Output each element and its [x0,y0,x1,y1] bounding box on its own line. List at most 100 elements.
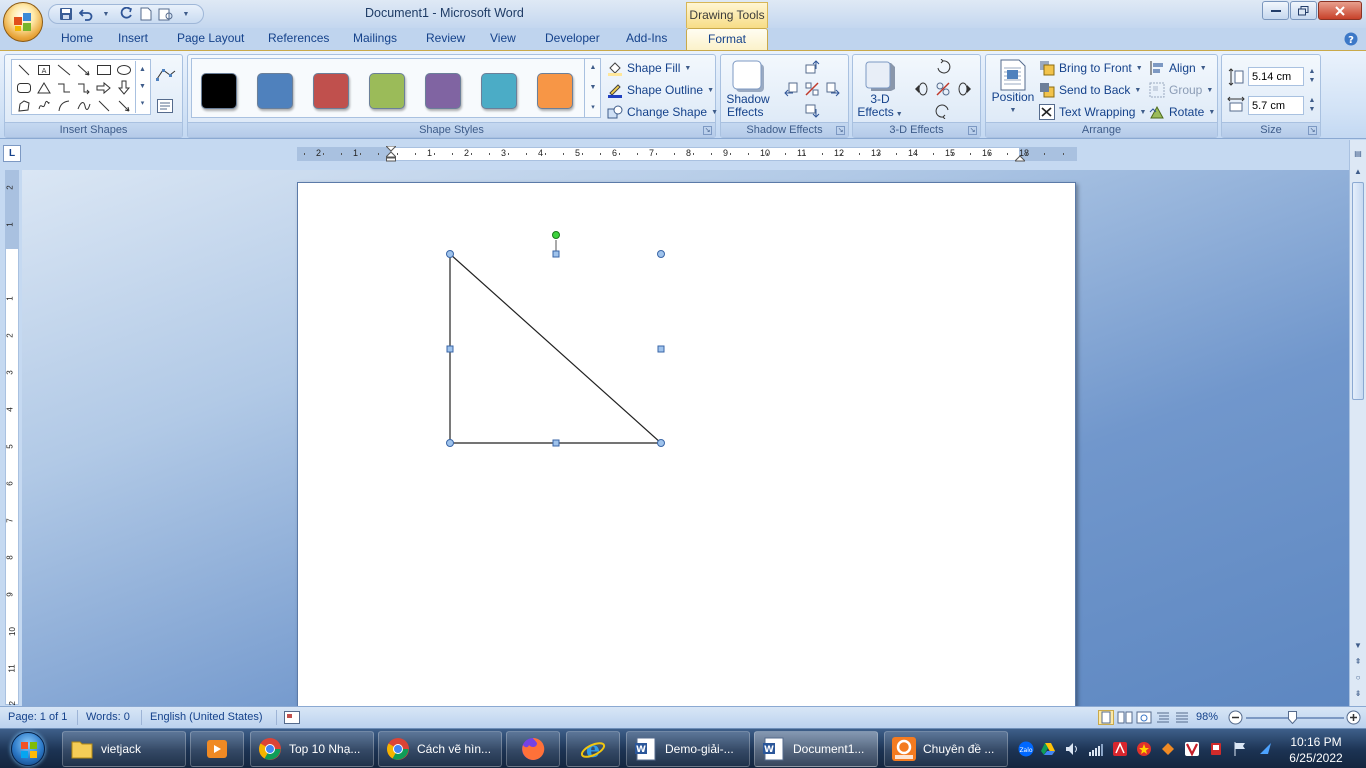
shape-style-aqua[interactable] [481,73,517,109]
indent-marker-icon[interactable] [384,145,398,165]
view-ruler-icon[interactable]: ▤ [1351,146,1365,162]
nudge-shadow-right-icon[interactable] [825,81,841,100]
taskbar-item-media-player[interactable] [190,731,244,767]
line-shape-icon-3[interactable] [94,97,114,115]
elbow-arrow-icon[interactable] [74,79,94,97]
zalo-icon[interactable]: Zalo [1018,741,1034,757]
right-arrow-shape-icon[interactable] [94,79,114,97]
shape-style-red[interactable] [313,73,349,109]
restore-button[interactable] [1290,1,1317,20]
shape-fill-button[interactable]: Shape Fill ▼ [607,60,691,76]
taskbar-item-explorer[interactable]: vietjack [62,731,186,767]
shape-style-orange[interactable] [537,73,573,109]
rounded-rectangle-shape-icon[interactable] [14,79,34,97]
freeform-shape-icon[interactable] [14,97,34,115]
page-count-status[interactable]: Page: 1 of 1 [8,711,67,723]
tab-selector-button[interactable]: L [3,145,21,162]
taskbar-item-pdf-reader[interactable]: Chuyên đề ... [884,731,1008,767]
curve-shape-icon[interactable] [74,97,94,115]
align-button[interactable]: Align ▼ [1149,60,1207,76]
undo-icon[interactable] [77,6,95,22]
word-count-status[interactable]: Words: 0 [86,711,130,723]
full-screen-reading-view-icon[interactable] [1117,710,1133,728]
resize-handle-top[interactable] [552,250,560,258]
horizontal-ruler[interactable]: 2 1 1 2 3 4 5 6 7 8 9 10 11 12 13 14 15 16 18 [297,145,1077,162]
text-wrapping-button[interactable]: Text Wrapping ▼ [1039,104,1146,120]
size-launcher-icon[interactable]: ↘ [1308,126,1317,135]
tab-review[interactable]: Review [426,31,465,45]
arrow-shape-icon[interactable] [74,61,94,79]
save-icon[interactable] [57,6,75,22]
change-shape-button[interactable]: Change Shape ▼ [607,104,718,120]
resize-handle-bottom-left[interactable] [446,439,454,447]
arc-shape-icon[interactable] [54,97,74,115]
app-tray-icon-orange[interactable] [1160,741,1176,757]
shape-style-green[interactable] [369,73,405,109]
zoom-out-icon[interactable] [1228,710,1243,728]
nudge-shadow-left-icon[interactable] [783,81,799,100]
document-page[interactable] [297,182,1076,706]
shape-style-gallery-scroll[interactable]: ▲ ▼ ▾ [584,58,601,118]
antivirus-icon[interactable] [1184,741,1200,757]
shape-height-input[interactable]: 5.14 cm [1248,67,1304,86]
scrollbar-thumb[interactable] [1352,182,1364,400]
bring-to-front-button[interactable]: Bring to Front ▼ [1039,60,1143,76]
taskbar-item-chrome-1[interactable]: Top 10 Nhạ... [250,731,374,767]
oval-shape-icon[interactable] [114,61,134,79]
shape-width-input[interactable]: 5.7 cm [1248,96,1304,115]
unikey-icon[interactable] [1136,741,1152,757]
taskbar-item-firefox[interactable] [506,731,560,767]
edit-shape-icon[interactable] [155,67,179,86]
tilt-down-icon[interactable] [935,103,951,122]
resize-handle-bottom[interactable] [552,439,560,447]
undo-dropdown-icon[interactable]: ▼ [97,6,115,22]
tab-references[interactable]: References [268,31,329,45]
volume-icon[interactable] [1064,741,1080,757]
customize-toolbar-icon[interactable]: ▼ [177,6,195,22]
position-button[interactable]: Position ▼ [989,59,1037,117]
vertical-scrollbar[interactable]: ▤ ▲ ▼ ⇞ ○ ⇟ [1349,140,1366,706]
three-d-on-off-icon[interactable] [935,81,951,100]
triangle-shape-icon[interactable] [34,79,54,97]
print-layout-view-icon[interactable] [1098,710,1114,728]
draw-text-box-icon[interactable] [157,99,173,116]
taskbar-item-word-document1[interactable]: W Document1... [754,731,878,767]
app-tray-icon-device[interactable] [1208,741,1224,757]
rotation-handle[interactable] [552,231,560,239]
nudge-shadow-down-icon[interactable] [804,103,820,122]
shape-styles-launcher-icon[interactable]: ↘ [703,126,712,135]
shadow-on-off-icon[interactable] [804,81,820,100]
text-box-shape-icon[interactable]: A [34,61,54,79]
redo-icon[interactable] [117,6,135,22]
shape-style-black[interactable] [201,73,237,109]
app-tray-icon-red[interactable] [1112,741,1128,757]
shape-style-purple[interactable] [425,73,461,109]
shape-outline-button[interactable]: Shape Outline ▼ [607,82,714,98]
tilt-left-icon[interactable] [913,81,929,100]
scroll-up-button[interactable]: ▲ [1351,164,1365,180]
resize-handle-top-right[interactable] [657,250,665,258]
macro-recording-icon[interactable] [284,711,300,727]
three-d-effects-button[interactable]: 3-D Effects ▼ [857,59,903,121]
down-arrow-shape-icon[interactable] [114,79,134,97]
resize-handle-top-left[interactable] [446,250,454,258]
group-button[interactable]: Group ▼ [1149,82,1213,98]
rectangle-shape-icon[interactable] [94,61,114,79]
zoom-level[interactable]: 98% [1196,711,1218,723]
help-icon[interactable]: ? [1344,32,1358,49]
tab-developer[interactable]: Developer [545,31,600,45]
zoom-in-icon[interactable] [1346,710,1361,728]
vertical-ruler[interactable]: 21123456789101112 [5,170,19,710]
tab-format[interactable]: Format [686,28,768,51]
network-signal-icon[interactable] [1088,741,1104,757]
next-page-button[interactable]: ⇟ [1351,686,1365,702]
nudge-shadow-up-icon[interactable] [804,59,820,78]
previous-page-button[interactable]: ⇞ [1351,654,1365,670]
print-preview-icon[interactable] [157,6,175,22]
tilt-up-icon[interactable] [935,58,951,78]
minimize-button[interactable] [1262,1,1289,20]
language-status[interactable]: English (United States) [150,711,263,723]
shadow-effects-launcher-icon[interactable]: ↘ [836,126,845,135]
elbow-connector-icon[interactable] [54,79,74,97]
send-to-back-button[interactable]: Send to Back ▼ [1039,82,1141,98]
